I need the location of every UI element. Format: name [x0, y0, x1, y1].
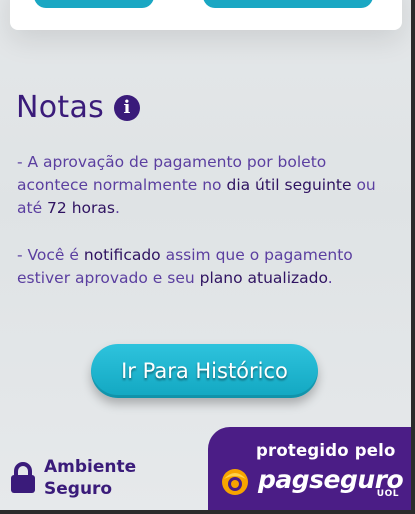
notes-highlight: dia útil seguinte [226, 176, 352, 194]
info-icon: i [114, 94, 141, 121]
notes-highlight: 72 horas [47, 199, 115, 217]
pagseguro-logo-icon [222, 469, 248, 495]
notes-highlight: notificado [83, 246, 161, 264]
secure-line-1: Ambiente [44, 457, 137, 477]
notes-heading: Notas i [16, 90, 141, 125]
protected-by-label: protegido pelo [256, 441, 396, 460]
go-to-history-button[interactable]: Ir Para Histórico [91, 344, 318, 398]
secure-line-2: Seguro [44, 479, 113, 499]
card-action-left[interactable] [34, 0, 154, 8]
card-action-right[interactable] [203, 0, 373, 8]
window-border-bottom [0, 510, 415, 514]
notes-text: . [327, 269, 333, 287]
notes-title: Notas [16, 90, 105, 125]
secure-environment: Ambiente Seguro [10, 456, 136, 500]
notes-text: - Você é [17, 246, 84, 264]
window-border-right [411, 0, 415, 514]
pagseguro-badge: protegido pelo pagseguro UOL [208, 427, 411, 511]
notes-text: . [114, 199, 120, 217]
notes-paragraph-approval: - A aprovação de pagamento por boleto ac… [17, 151, 389, 220]
secure-label: Ambiente Seguro [44, 456, 136, 500]
lock-icon [11, 462, 35, 493]
payment-card [10, 0, 402, 30]
notes-highlight: plano atualizado [199, 269, 328, 287]
uol-mark: UOL [376, 489, 399, 499]
notes-paragraph-notification: - Você é notificado assim que o pagament… [17, 244, 389, 290]
